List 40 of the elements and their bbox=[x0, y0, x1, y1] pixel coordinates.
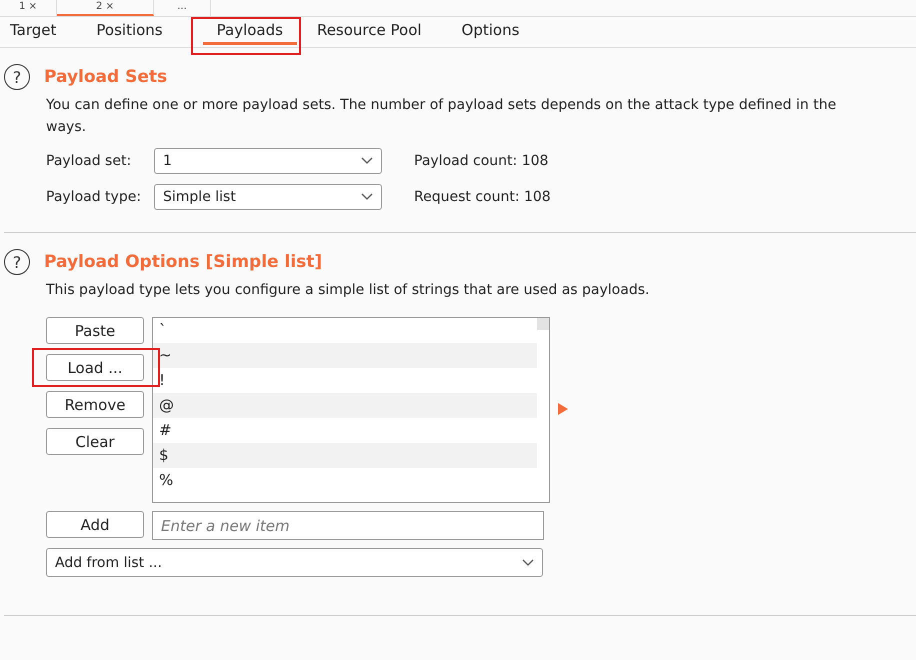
input-field[interactable]: Enter a new item bbox=[152, 511, 544, 540]
section-title: Payload Options [Simple list] bbox=[44, 252, 322, 272]
chevron-down-icon bbox=[361, 193, 373, 201]
list-button[interactable]: Paste bbox=[46, 317, 144, 344]
add-button[interactable]: Add bbox=[46, 511, 144, 538]
scrollbar[interactable] bbox=[537, 318, 549, 330]
count-text: Payload count: 108 bbox=[414, 153, 548, 169]
list-item[interactable]: % bbox=[153, 468, 537, 493]
chevron-down-icon bbox=[522, 558, 534, 566]
dropdown[interactable]: 1 bbox=[154, 148, 382, 174]
list-button[interactable]: Load ... bbox=[46, 354, 144, 381]
list-button[interactable]: Clear bbox=[46, 428, 144, 455]
list-item[interactable]: # bbox=[153, 418, 537, 443]
attack-tab[interactable]: 1 × bbox=[0, 0, 57, 16]
list-button[interactable]: Remove bbox=[46, 391, 144, 418]
field-label: Payload set: bbox=[46, 153, 132, 169]
dropdown[interactable]: Add from list ... bbox=[46, 548, 543, 577]
arrow-icon bbox=[558, 403, 568, 415]
tab[interactable]: Target bbox=[0, 17, 66, 43]
section-title: Payload Sets bbox=[44, 67, 168, 87]
tab[interactable]: Payloads bbox=[202, 17, 297, 45]
list-item[interactable]: ` bbox=[153, 318, 537, 343]
list-item[interactable]: ~ bbox=[153, 343, 537, 368]
tab[interactable]: Options bbox=[452, 17, 530, 43]
list-item[interactable]: ! bbox=[153, 368, 537, 393]
count-text: Request count: 108 bbox=[414, 189, 551, 205]
list-item[interactable]: $ bbox=[153, 443, 537, 468]
description-text: You can define one or more payload sets. The number of payload sets depends on the attack type defined in the bbox=[46, 96, 838, 115]
list-item[interactable]: @ bbox=[153, 393, 537, 418]
attack-tab[interactable]: ... bbox=[154, 0, 211, 16]
tab[interactable]: Positions bbox=[86, 17, 173, 43]
help-icon[interactable]: ? bbox=[4, 249, 30, 275]
attack-tab[interactable]: 2 × bbox=[57, 0, 154, 16]
description-text: This payload type lets you configure a simple list of strings that are used as payloads. bbox=[46, 281, 650, 300]
help-icon[interactable]: ? bbox=[4, 64, 30, 90]
tab[interactable]: Resource Pool bbox=[306, 17, 432, 43]
description-text: ways. bbox=[46, 118, 88, 137]
field-label: Payload type: bbox=[46, 189, 142, 205]
chevron-down-icon bbox=[361, 157, 373, 165]
dropdown[interactable]: Simple list bbox=[154, 184, 382, 210]
